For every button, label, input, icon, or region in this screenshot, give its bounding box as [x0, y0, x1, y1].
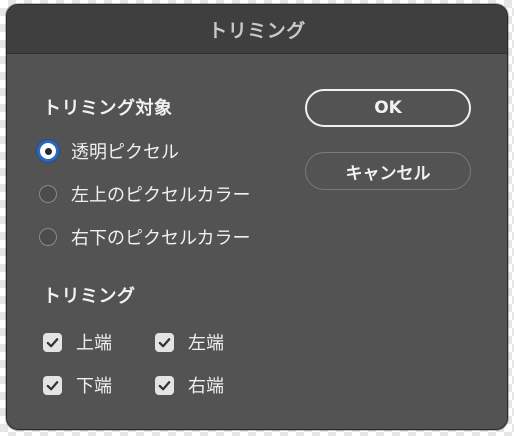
radio-label: 右下のピクセルカラー	[71, 228, 251, 249]
radio-icon[interactable]	[37, 140, 59, 162]
checkmark-icon	[46, 380, 59, 390]
radio-option-top-left-color[interactable]: 左上のピクセルカラー	[39, 181, 250, 207]
checkbox-label: 上端	[76, 333, 112, 354]
checkbox-top[interactable]: 上端	[43, 329, 112, 355]
dialog-content: トリミング対象 透明ピクセル 左上のピクセルカラー 右下のピクセルカラー トリミ…	[7, 54, 507, 429]
checkmark-icon	[46, 337, 59, 347]
trim-heading: トリミング	[43, 286, 136, 307]
dialog-title: トリミング	[208, 19, 306, 42]
dialog-titlebar[interactable]: トリミング	[7, 5, 507, 54]
checkbox-box[interactable]	[43, 375, 62, 395]
trim-dialog: トリミング トリミング対象 透明ピクセル 左上のピクセルカラー 右下のピクセルカ…	[6, 4, 508, 430]
checkbox-box[interactable]	[155, 332, 174, 352]
radio-label: 左上のピクセルカラー	[71, 185, 251, 206]
checkbox-box[interactable]	[155, 375, 174, 395]
checkbox-left[interactable]: 左端	[155, 329, 224, 355]
checkbox-box[interactable]	[43, 332, 62, 352]
checkbox-label: 左端	[188, 333, 224, 354]
checkbox-bottom[interactable]: 下端	[43, 372, 112, 398]
checkbox-label: 下端	[76, 376, 112, 397]
radio-icon[interactable]	[39, 228, 57, 246]
checkbox-label: 右端	[188, 376, 224, 397]
cancel-button[interactable]: キャンセル	[305, 152, 471, 190]
checkmark-icon	[158, 380, 171, 390]
radio-option-bottom-right-color[interactable]: 右下のピクセルカラー	[39, 224, 250, 250]
checkmark-icon	[158, 337, 171, 347]
ok-button[interactable]: OK	[305, 89, 471, 127]
trim-target-heading: トリミング対象	[43, 98, 173, 119]
radio-label: 透明ピクセル	[71, 142, 179, 163]
radio-icon[interactable]	[39, 185, 57, 203]
radio-option-transparent-pixels[interactable]: 透明ピクセル	[37, 138, 179, 164]
checkbox-right[interactable]: 右端	[155, 372, 224, 398]
